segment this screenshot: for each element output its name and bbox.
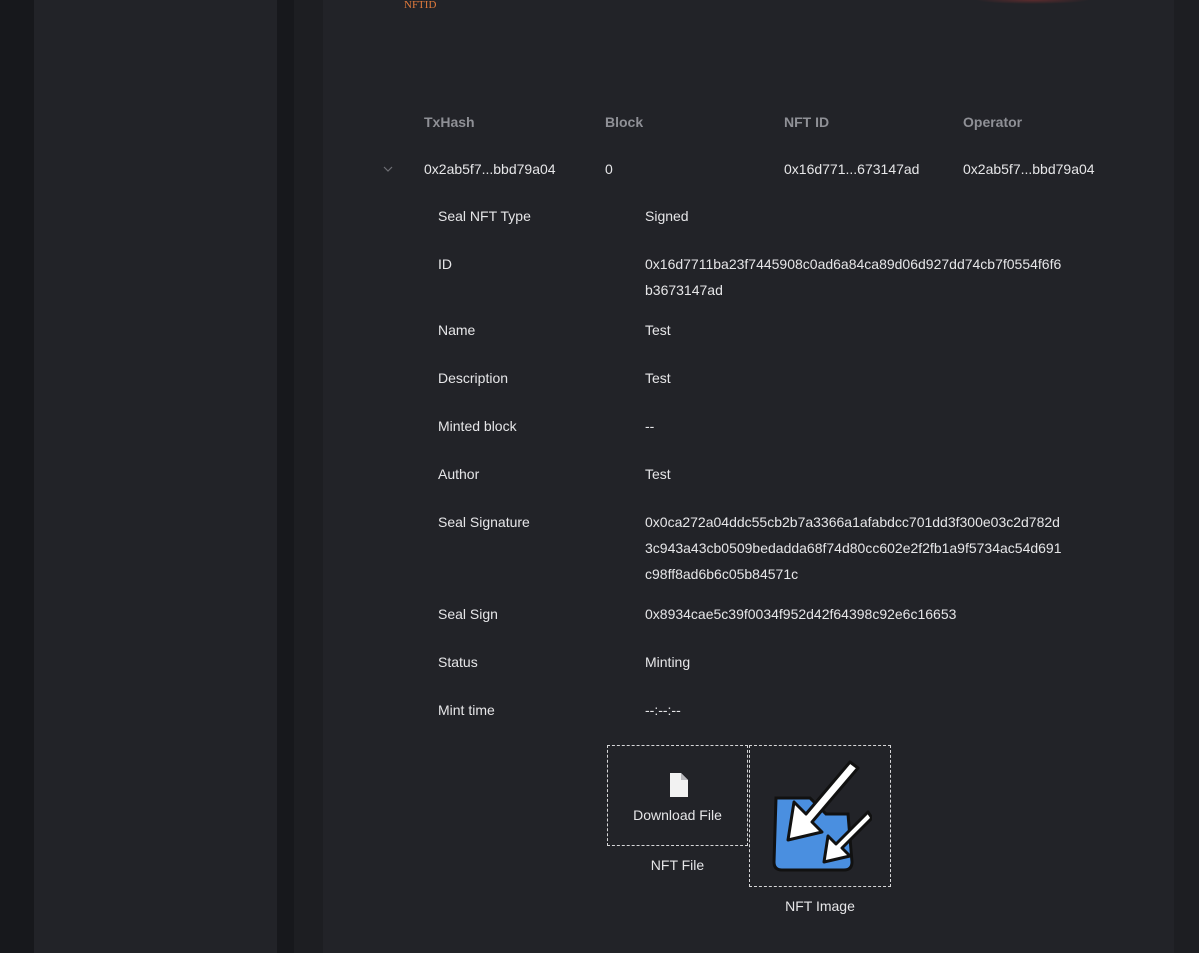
detail-label-description: Description	[438, 370, 509, 386]
left-rail	[0, 0, 34, 953]
detail-value-id: 0x16d7711ba23f7445908c0ad6a84ca89d06d927…	[645, 256, 1062, 298]
table-cell-nft-id[interactable]: 0x16d771...673147ad	[784, 161, 919, 177]
column-header-nft-id: NFT ID	[784, 114, 830, 130]
nft-image-caption: NFT Image	[785, 898, 855, 914]
top-label: NFTID	[404, 0, 437, 11]
divider-column	[277, 0, 294, 953]
chevron-down-icon[interactable]	[382, 161, 394, 175]
detail-label-seal-nft-type: Seal NFT Type	[438, 208, 531, 224]
detail-label-mint-time: Mint time	[438, 702, 495, 718]
column-header-txhash: TxHash	[424, 114, 475, 130]
detail-value-mint-time: --:--:--	[645, 702, 681, 718]
detail-label-seal-signature: Seal Signature	[438, 514, 530, 530]
detail-value-description: Test	[645, 370, 671, 386]
download-file-button[interactable]: Download File	[607, 745, 748, 846]
column-header-block: Block	[605, 114, 644, 130]
nft-file-caption: NFT File	[650, 857, 705, 873]
detail-value-minted-block: --	[645, 418, 655, 434]
nft-image-frame[interactable]	[749, 745, 891, 887]
detail-value-status: Minting	[645, 654, 691, 670]
detail-label-name: Name	[438, 322, 476, 338]
detail-label-id: ID	[438, 256, 452, 272]
file-icon	[670, 773, 688, 797]
detail-label-author: Author	[438, 466, 480, 482]
detail-value-seal-signature: 0x0ca272a04ddc55cb2b7a3366a1afabdcc701dd…	[645, 514, 1062, 582]
detail-value-seal-nft-type: Signed	[645, 208, 689, 224]
table-cell-txhash[interactable]: 0x2ab5f7...bbd79a04	[424, 161, 556, 177]
table-cell-block: 0	[605, 161, 613, 177]
nft-image	[772, 760, 872, 872]
sidebar	[34, 0, 277, 953]
detail-value-author: Test	[645, 466, 671, 482]
detail-value-seal-sign: 0x8934cae5c39f0034f952d42f64398c92e6c166…	[645, 606, 957, 622]
detail-value-name: Test	[645, 322, 671, 338]
decorative-glow	[975, 0, 1090, 4]
column-header-operator: Operator	[963, 114, 1023, 130]
detail-label-minted-block: Minted block	[438, 418, 517, 434]
table-cell-operator[interactable]: 0x2ab5f7...bbd79a04	[963, 161, 1095, 177]
detail-label-status: Status	[438, 654, 478, 670]
detail-label-seal-sign: Seal Sign	[438, 606, 498, 622]
download-file-label: Download File	[633, 807, 722, 823]
